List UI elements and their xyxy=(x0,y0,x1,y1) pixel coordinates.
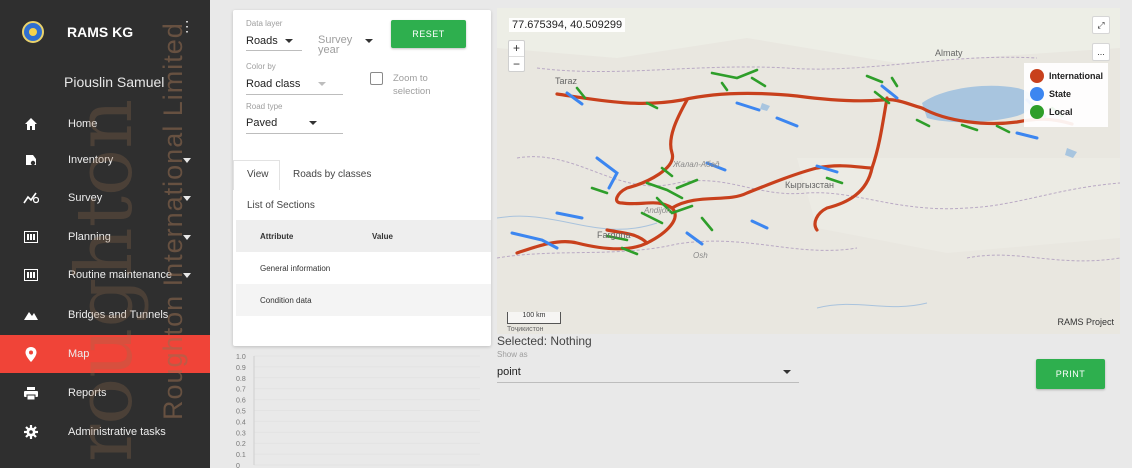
legend-item-international: International xyxy=(1030,69,1103,83)
home-icon xyxy=(22,115,40,133)
y-tick-label: 0 xyxy=(236,463,240,468)
zoom-out-button[interactable]: − xyxy=(509,56,524,71)
y-tick-label: 0.4 xyxy=(236,419,246,426)
table-row[interactable]: General information xyxy=(236,252,491,284)
place-label: Osh xyxy=(693,251,708,260)
attribute-header: Attribute xyxy=(260,231,294,241)
chevron-down-icon xyxy=(284,39,293,44)
map-canvas xyxy=(497,8,1120,334)
legend-label: State xyxy=(1049,89,1072,99)
show-as-select[interactable]: point xyxy=(497,366,799,378)
y-tick-label: 1.0 xyxy=(236,354,246,361)
chevron-down-icon xyxy=(365,39,373,43)
show-as-label: Show as xyxy=(497,350,528,359)
app-logo-icon xyxy=(22,21,44,43)
expand-icon[interactable]: ⤢ xyxy=(1092,16,1110,34)
table-row[interactable]: Condition data xyxy=(236,284,491,316)
y-tick-label: 0.2 xyxy=(236,441,246,448)
survey-icon xyxy=(22,189,40,207)
show-as-value: point xyxy=(497,366,521,378)
place-label: Almaty xyxy=(935,48,963,58)
data-layer-value: Roads xyxy=(246,35,278,47)
inventory-icon xyxy=(22,151,40,169)
condition-chart: 1.0 0.9 0.8 0.7 0.6 0.5 0.4 0.3 0.2 0.1 0 xyxy=(236,354,480,468)
y-tick-label: 0.8 xyxy=(236,376,246,383)
map-view[interactable]: 77.675394, 40.509299 + − ⤢ ... Internati… xyxy=(497,8,1120,334)
map-controls-card: Data layer Roads Survey year RESET Color… xyxy=(233,10,491,346)
app-title: RAMS KG xyxy=(67,24,134,40)
coordinates-readout: 77.675394, 40.509299 xyxy=(509,18,626,32)
color-by-value: Road class xyxy=(246,78,301,90)
place-label: Taraz xyxy=(555,76,578,86)
more-options-button[interactable]: ... xyxy=(1092,43,1110,61)
tab-roads-by-classes[interactable]: Roads by classes xyxy=(293,169,371,180)
reset-button[interactable]: RESET xyxy=(391,20,466,48)
road-type-select[interactable]: Paved xyxy=(246,117,318,129)
y-tick-label: 0.3 xyxy=(236,430,246,437)
table-cell: General information xyxy=(260,263,331,273)
legend-swatch xyxy=(1030,69,1044,83)
tab-view[interactable]: View xyxy=(247,169,269,180)
value-header: Value xyxy=(372,231,393,241)
routine-maintenance-icon xyxy=(22,266,40,284)
list-of-sections-title: List of Sections xyxy=(247,200,315,211)
survey-year-select[interactable]: Survey year xyxy=(318,34,373,56)
road-type-underline xyxy=(246,133,343,134)
user-name: Piouslin Samuel xyxy=(64,74,165,90)
data-layer-select[interactable]: Roads xyxy=(246,35,293,47)
table-cell: Condition data xyxy=(260,295,312,305)
place-label: Fargona xyxy=(597,230,631,240)
map-pin-icon xyxy=(22,345,40,363)
chevron-down-icon xyxy=(309,121,318,126)
zoom-to-selection-label: Zoom to selection xyxy=(393,73,431,97)
y-tick-label: 0.5 xyxy=(236,409,246,416)
legend-item-state: State xyxy=(1030,87,1071,101)
map-legend: International State Local xyxy=(1024,63,1108,127)
table-header-row: Attribute Value xyxy=(236,220,491,252)
legend-swatch xyxy=(1030,87,1044,101)
watermark-brand: roughton xyxy=(60,98,150,462)
print-icon xyxy=(22,384,40,402)
zoom-in-button[interactable]: + xyxy=(509,41,524,56)
zoom-control: + − xyxy=(508,40,525,72)
y-tick-label: 0.9 xyxy=(236,365,246,372)
legend-label: Local xyxy=(1049,107,1073,117)
chevron-down-icon xyxy=(783,370,791,374)
bridges-tunnels-icon xyxy=(22,306,40,324)
y-tick-label: 0.1 xyxy=(236,452,246,459)
map-scale-bar: 100 km xyxy=(507,312,561,324)
watermark-company: Roughton International Limited xyxy=(158,22,188,420)
road-type-label: Road type xyxy=(246,102,283,111)
map-attribution: RAMS Project xyxy=(1057,317,1114,327)
color-by-select[interactable]: Road class xyxy=(246,78,327,90)
print-button[interactable]: PRINT xyxy=(1036,359,1105,389)
road-type-value: Paved xyxy=(246,117,278,129)
legend-swatch xyxy=(1030,105,1044,119)
y-tick-label: 0.6 xyxy=(236,398,246,405)
chevron-down-icon xyxy=(318,82,327,87)
color-by-label: Color by xyxy=(246,62,276,71)
legend-item-local: Local xyxy=(1030,105,1073,119)
gear-icon xyxy=(22,423,40,441)
selection-status: Selected: Nothing xyxy=(497,334,592,348)
legend-label: International xyxy=(1049,71,1104,81)
show-as-underline xyxy=(497,382,799,383)
place-label: Кыргызстан xyxy=(785,180,834,190)
data-layer-label: Data layer xyxy=(246,19,283,28)
zoom-to-selection-checkbox[interactable] xyxy=(370,72,383,85)
planning-icon xyxy=(22,228,40,246)
color-by-underline xyxy=(246,94,343,95)
place-label: Тоҷикистон xyxy=(507,326,544,333)
survey-year-placeholder: Survey year xyxy=(318,34,353,56)
place-label: Andijon xyxy=(644,206,671,215)
place-label: Жалал-Абад xyxy=(673,160,720,169)
y-tick-label: 0.7 xyxy=(236,387,246,394)
data-layer-underline xyxy=(246,50,302,51)
